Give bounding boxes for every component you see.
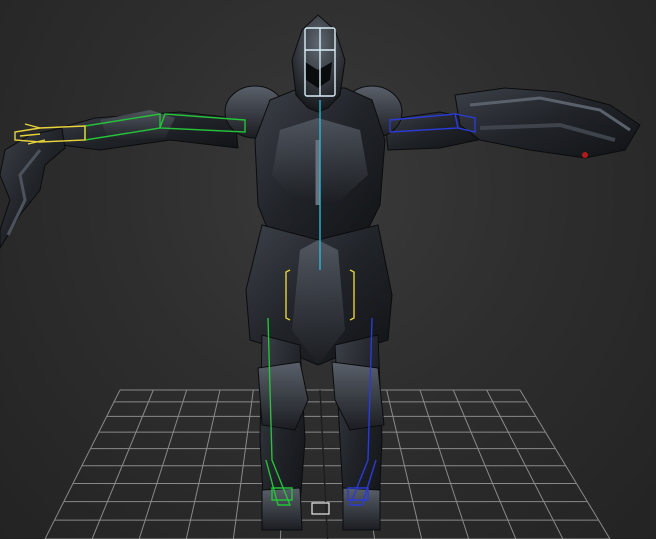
- grid-line-depth: [232, 389, 254, 539]
- left-boot: [261, 487, 303, 531]
- ground-grid: [44, 389, 611, 539]
- grid-line-depth: [452, 389, 517, 539]
- grid-line-depth: [44, 389, 121, 539]
- grid-line-depth: [386, 389, 423, 539]
- helmet: [291, 14, 346, 113]
- grid-line-depth: [138, 389, 188, 539]
- viewport-scene: [0, 14, 641, 539]
- grid-line-depth: [185, 389, 221, 539]
- grid-line-depth: [419, 389, 470, 539]
- grid-center-axis: [319, 389, 329, 539]
- grid-line-depth: [486, 389, 564, 539]
- grid-line-depth: [519, 389, 611, 539]
- 3d-viewport[interactable]: [0, 0, 656, 539]
- grid-line-depth: [91, 389, 154, 539]
- left-arm-plate: [100, 110, 175, 142]
- shield-red-light: [582, 152, 588, 158]
